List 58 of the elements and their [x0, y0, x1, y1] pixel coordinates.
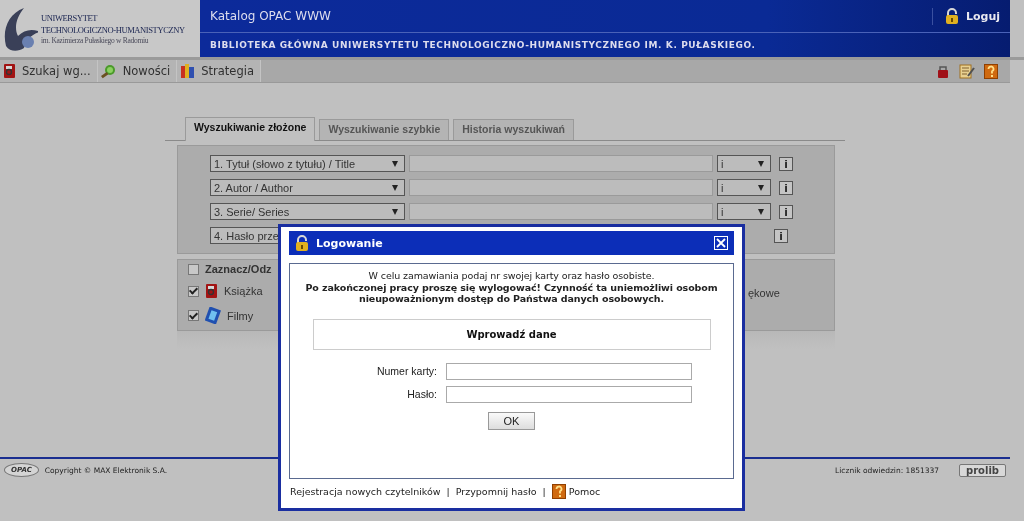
magnifier-icon: [100, 63, 117, 79]
dialog-title: Logowanie: [316, 236, 384, 250]
login-link[interactable]: Loguj: [931, 7, 1000, 25]
operator-dropdown[interactable]: i: [717, 155, 771, 172]
checkbox[interactable]: [188, 285, 199, 297]
field-label: Numer karty:: [375, 365, 437, 377]
film-icon: [205, 307, 221, 324]
checkbox-label: ękowe: [748, 287, 780, 299]
dialog-link[interactable]: Przypomnij hasło: [455, 485, 537, 497]
input-field[interactable]: [446, 385, 692, 403]
close-icon: [716, 238, 726, 248]
tab[interactable]: Historia wyszukiwań: [453, 119, 574, 140]
checkbox[interactable]: [188, 263, 199, 275]
university-name: UNIWERSYTET: [41, 12, 99, 24]
info-button[interactable]: i: [779, 156, 793, 171]
toolbar-menu-item[interactable]: Szukaj wg...: [0, 60, 98, 82]
operator-dropdown[interactable]: i: [717, 179, 771, 196]
checkbox-label: Zaznacz/Odz: [205, 263, 272, 275]
field-dropdown[interactable]: 3. Serie/ Series: [210, 203, 405, 220]
close-button[interactable]: [714, 236, 728, 250]
padlock-icon: [295, 234, 309, 252]
search-term-field[interactable]: [409, 203, 713, 220]
field-label: Hasło:: [406, 388, 437, 400]
input-field[interactable]: [446, 362, 692, 380]
toolbar-menu-item[interactable]: Nowości: [97, 60, 178, 82]
padlock-icon: [944, 7, 959, 25]
help-icon: [551, 483, 566, 499]
library-name: BIBLIOTEKA GŁÓWNA UNIWERSYTETU TECHNOLOGICZNO-HUMANISTYCZNEGO IM. K. PUŁASKIEGO.: [209, 38, 757, 52]
link-separator: |: [446, 485, 450, 497]
wing-emblem-icon: [2, 5, 38, 52]
prolib-logo: prolib: [959, 463, 1006, 477]
info-button[interactable]: i: [779, 204, 793, 219]
catalog-title: Katalog OPAC WWW: [210, 9, 332, 23]
university-name: TECHNOLOGICZNO-HUMANISTYCZNY: [41, 24, 185, 36]
ok-button[interactable]: OK: [488, 411, 535, 430]
field-dropdown[interactable]: 1. Tytuł (słowo z tytułu) / Title: [210, 155, 405, 172]
help-link[interactable]: Pomoc: [551, 483, 601, 499]
section-heading: Wprowadź dane: [312, 318, 711, 350]
info-button[interactable]: i: [779, 180, 793, 195]
books-icon: [180, 63, 196, 79]
help-icon[interactable]: [984, 63, 998, 79]
checkbox[interactable]: [188, 310, 199, 321]
search-term-field[interactable]: [409, 155, 713, 172]
book-icon: [205, 283, 218, 299]
info-button[interactable]: i: [774, 228, 788, 243]
operator-dropdown[interactable]: i: [717, 203, 771, 220]
field-dropdown[interactable]: 2. Autor / Author: [210, 179, 405, 196]
login-instructions: W celu zamawiania podaj nr swojej karty oraz hasło osobiste. Po zakończonej pracy proszę się wylogować! Czynność ta uniemożliwi osobom nieupoważnionym dostęp do Państwa danych osobowych.: [304, 270, 719, 305]
checkbox-label: Filmy: [227, 309, 254, 322]
notepad-icon[interactable]: [959, 63, 975, 79]
toolbar-menu-item[interactable]: Strategia: [177, 60, 261, 82]
search-term-field[interactable]: [409, 179, 713, 196]
tab[interactable]: Wyszukiwanie szybkie: [319, 119, 450, 140]
checkbox-label: Książka: [224, 285, 263, 297]
dialog-link[interactable]: Rejestracja nowych czytelników: [290, 485, 441, 497]
link-separator: |: [542, 485, 546, 497]
tab[interactable]: Wyszukiwanie złożone: [185, 117, 316, 141]
book-icon: [3, 63, 16, 79]
